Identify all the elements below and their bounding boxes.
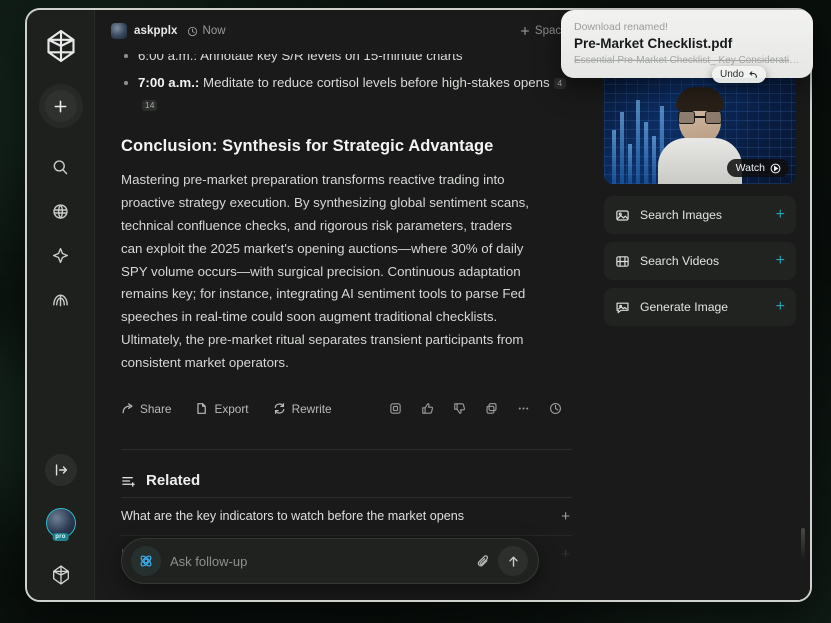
video-person-hair: [676, 87, 724, 111]
citation-badge[interactable]: 14: [142, 99, 158, 111]
steps-list: 7:00 a.m.: Meditate to reduce cortisol l…: [121, 72, 572, 115]
content-body: 6:00 a.m.: Annotate key S/R levels on 15…: [95, 52, 810, 600]
answer-column: 6:00 a.m.: Annotate key S/R levels on 15…: [95, 52, 598, 600]
sidebar-item-search[interactable]: [44, 150, 78, 184]
atom-model-icon[interactable]: [131, 546, 161, 576]
watch-label: Watch: [735, 162, 765, 174]
undo-label: Undo: [720, 69, 744, 80]
username-label: askpplx: [134, 25, 178, 37]
video-thumbnail-card[interactable]: Watch: [604, 66, 796, 184]
add-videos-button[interactable]: +: [776, 253, 785, 269]
search-images-label: Search Images: [640, 208, 722, 222]
ask-followup-bar[interactable]: [121, 538, 539, 584]
section-title: Conclusion: Synthesis for Strategic Adva…: [121, 137, 494, 156]
export-file-icon: [197, 403, 207, 415]
thumbs-down-icon[interactable]: [448, 398, 470, 420]
related-list-icon: [122, 476, 135, 487]
plus-icon[interactable]: +: [553, 509, 570, 524]
list-item: 7:00 a.m.: Meditate to reduce cortisol l…: [121, 72, 572, 115]
answer-paragraph: Mastering pre-market preparation transfo…: [121, 172, 529, 370]
copy-icon[interactable]: [480, 398, 502, 420]
plus-icon: [520, 27, 529, 35]
export-label: Export: [214, 401, 249, 416]
related-header: Related: [121, 472, 572, 489]
pro-badge: pro: [52, 533, 69, 541]
citation-badge[interactable]: 4: [553, 78, 566, 89]
related-item-label: What are the key indicators to watch bef…: [121, 509, 465, 524]
generate-image-icon: [615, 300, 630, 315]
share-button[interactable]: Share: [121, 402, 171, 416]
generate-image-button[interactable]: +: [776, 299, 785, 315]
add-images-button[interactable]: +: [776, 207, 785, 223]
paperclip-icon[interactable]: [472, 550, 494, 572]
thumbs-up-icon[interactable]: [416, 398, 438, 420]
glasses-icon: [678, 111, 722, 124]
main-area: askpplx Now Space / what should i know b…: [95, 10, 810, 600]
scrollbar-thumb[interactable]: [801, 528, 805, 600]
sidebar-collapse-button[interactable]: [44, 454, 77, 486]
screenshot-icon[interactable]: [384, 398, 406, 420]
generate-image-label: Generate Image: [640, 300, 729, 314]
rewrite-label: Rewrite: [291, 401, 332, 416]
rewrite-button[interactable]: Rewrite: [273, 402, 332, 416]
rewrite-refresh-icon: [274, 403, 284, 415]
arrow-up-icon: [508, 555, 518, 567]
list-item: 6:00 a.m.: Annotate key S/R levels on 15…: [121, 54, 572, 66]
search-videos-label: Search Videos: [640, 254, 720, 268]
scrollbar-track[interactable]: [800, 98, 806, 600]
sidebar-item-discover[interactable]: [44, 194, 78, 228]
related-title: Related: [146, 471, 201, 489]
user-avatar-icon[interactable]: [111, 23, 127, 39]
related-item[interactable]: What are the key indicators to watch bef…: [121, 496, 572, 535]
undo-arrow-icon: [749, 70, 757, 78]
perplexity-logo-icon[interactable]: [48, 562, 74, 588]
section-divider: [121, 448, 572, 450]
app-window: pro askpplx Now Space 6:00 a.m.: Annotat…: [25, 8, 812, 602]
steps-list-clipped: 6:00 a.m.: Annotate key S/R levels on 15…: [121, 54, 572, 66]
generate-image-row[interactable]: Generate Image +: [604, 288, 796, 326]
related-item-label: What should I consider when conducting t…: [121, 585, 450, 600]
clipped-step-row: 6:00 a.m.: Annotate key S/R levels on 15…: [121, 54, 572, 66]
image-icon: [615, 208, 630, 223]
history-icon[interactable]: [544, 398, 566, 420]
search-images-row[interactable]: Search Images +: [604, 196, 796, 234]
left-sidebar: pro: [27, 10, 95, 600]
answer-feedback-icons: [374, 398, 572, 420]
watch-button[interactable]: Watch: [726, 159, 789, 177]
toast-subtitle: Download renamed!: [574, 21, 668, 33]
search-videos-row[interactable]: Search Videos +: [604, 242, 796, 280]
timestamp-label: Now: [202, 25, 226, 37]
right-panel: Watch Search Images + Search Videos + Ge…: [598, 52, 810, 600]
toast-title: Pre-Market Checklist.pdf: [574, 36, 733, 51]
download-renamed-toast: Download renamed! Pre-Market Checklist.p…: [561, 10, 813, 78]
plus-icon[interactable]: +: [553, 585, 570, 600]
play-circle-icon: [770, 163, 781, 173]
share-label: Share: [140, 401, 172, 416]
sidebar-item-library[interactable]: [44, 282, 78, 316]
clock-icon: [187, 26, 198, 37]
answer-content: 6:00 a.m.: Annotate key S/R levels on 15…: [121, 52, 572, 600]
new-thread-button[interactable]: [44, 90, 77, 122]
undo-button[interactable]: Undo: [712, 66, 766, 83]
avatar[interactable]: pro: [45, 508, 76, 541]
more-options-icon[interactable]: [512, 398, 534, 420]
video-film-icon: [615, 254, 630, 269]
step-text: Meditate to reduce cortisol levels befor…: [199, 75, 550, 90]
plus-icon[interactable]: +: [553, 547, 570, 562]
export-button[interactable]: Export: [195, 401, 249, 416]
share-icon: [122, 403, 133, 414]
sidebar-item-spaces[interactable]: [44, 238, 78, 272]
perplexity-logo-icon[interactable]: [41, 26, 81, 66]
ask-followup-input[interactable]: [170, 553, 472, 569]
answer-action-bar: Share Export Rewrite: [121, 398, 572, 435]
send-button[interactable]: [498, 546, 528, 576]
step-time: 7:00 a.m.:: [138, 75, 200, 90]
toast-old-filename: Essential Pre-Market Checklist_ Key Cons…: [574, 55, 800, 66]
